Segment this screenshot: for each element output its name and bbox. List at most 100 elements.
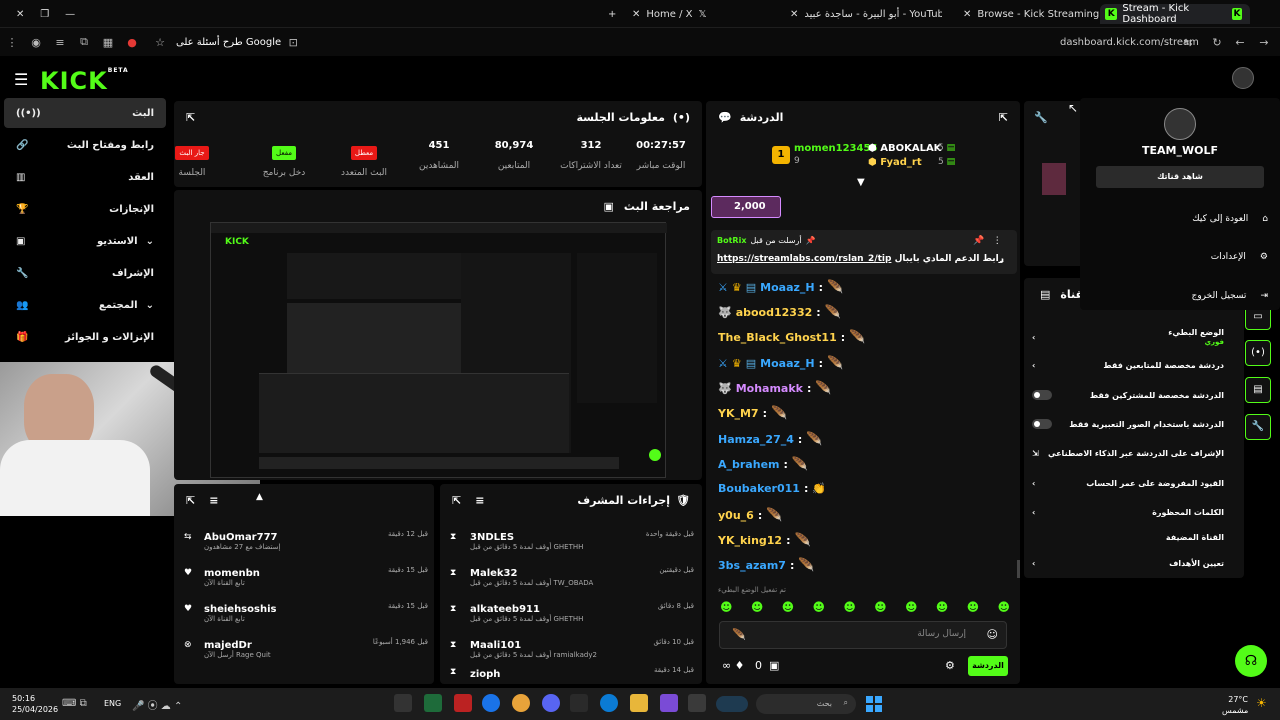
tab-youtube[interactable]: ✕ أبو البيرة - ساجدة عبيد - YouTube: [782, 4, 942, 24]
tab-x-home[interactable]: ✕ Home / X 𝕏: [624, 4, 715, 24]
help-button[interactable]: ☊: [1235, 645, 1267, 677]
pinned-message[interactable]: 📌 أرسلت من قبل BotRix https://streamlabs.c…: [711, 230, 1017, 274]
taskbar-widget[interactable]: [716, 696, 748, 712]
extension-icon[interactable]: ▦: [96, 36, 120, 49]
start-button[interactable]: [866, 696, 882, 712]
tray-icons[interactable]: 🎤 ⦿ ☁ ⌃: [132, 697, 182, 712]
adblock-icon[interactable]: ●: [120, 36, 144, 49]
chevron-down-icon[interactable]: ⌄: [998, 256, 1006, 266]
emoji-picker-icon[interactable]: ☺: [987, 628, 998, 641]
sidebar-item-stream[interactable]: البث ((•)): [4, 98, 166, 128]
taskbar-app-icon[interactable]: [424, 694, 442, 712]
taskbar-app-icon[interactable]: [454, 694, 472, 712]
kick-logo[interactable]: KICKBETA: [40, 67, 129, 95]
weather-widget[interactable]: 27°C مشمس: [1222, 694, 1248, 716]
sidebar-item-moderation[interactable]: الإشراف 🔧: [4, 258, 166, 288]
bookmark-star-icon[interactable]: ☆: [148, 36, 172, 49]
tune-icon[interactable]: ⇆: [1176, 36, 1200, 49]
rail-wrench-button[interactable]: 🔧: [1245, 414, 1271, 440]
lens-icon[interactable]: ⊡: [281, 36, 305, 49]
option-slow-mode[interactable]: الوضع البطيء فوري ›: [1032, 324, 1224, 350]
tab-kick-browse[interactable]: ✕ Browse - Kick Streaming K: [955, 4, 1125, 24]
chat-message[interactable]: ⚔ ♛ ▤ Moaaz_H: 🪶: [718, 280, 843, 295]
back-icon[interactable]: →: [1252, 36, 1276, 49]
chat-input[interactable]: 🪶 إرسال رسالة ☺: [719, 621, 1007, 649]
option-host-channel[interactable]: القناة المضيفة: [1032, 524, 1224, 550]
hamburger-menu-icon[interactable]: ☰: [14, 70, 28, 89]
chat-message[interactable]: YK_king12: 🪶: [718, 533, 811, 548]
chat-message[interactable]: The_Black_Ghost11: 🪶: [718, 330, 865, 345]
pin-icon[interactable]: 📌 ⋮: [973, 236, 1002, 246]
window-controls[interactable]: ✕ ❐ —: [8, 4, 83, 24]
folder-app-icon[interactable]: [630, 694, 648, 712]
stream-preview-video[interactable]: KICK: [210, 222, 667, 478]
rail-live-button[interactable]: (•): [1245, 340, 1271, 366]
sidebar-item-achievements[interactable]: الإنجازات 🏆: [4, 194, 166, 224]
feed-row[interactable]: ⊗ majedDr أرسل الآن Rage Quit قبل 1,946 أ…: [184, 632, 428, 666]
chat-message[interactable]: YK_M7: 🪶: [718, 406, 787, 421]
emote-bar[interactable]: ☻ ☻ ☻ ☻ ☻ ☻ ☻ ☻ ☻ ☻: [720, 600, 1010, 616]
popout-icon[interactable]: ⇱: [452, 494, 461, 507]
sidebar-item-stream-key[interactable]: رابط ومفتاح البث 🔗: [4, 130, 166, 160]
send-chat-button[interactable]: الدردشة: [968, 656, 1008, 676]
chat-message[interactable]: y0u_6: 🪶: [718, 508, 782, 523]
close-icon[interactable]: ✕: [632, 9, 640, 20]
option-account-age[interactable]: القيود المفروضة على عمر الحساب ›: [1032, 470, 1224, 496]
language-indicator[interactable]: ENG: [104, 699, 121, 708]
taskbar-clock[interactable]: 50:16 25/04/2026: [12, 693, 58, 715]
reload-icon[interactable]: ↻: [1205, 36, 1229, 49]
chat-message[interactable]: 🐺 abood12332: 🪶: [718, 305, 841, 320]
toggle-switch[interactable]: [1032, 419, 1052, 429]
taskbar-app-icon[interactable]: [688, 694, 706, 712]
taskbar-app-icon[interactable]: [394, 694, 412, 712]
avatar[interactable]: [1232, 67, 1254, 89]
filter-icon[interactable]: ≡: [475, 494, 484, 507]
extension-icon[interactable]: ⧉: [72, 35, 96, 49]
mod-row[interactable]: ⧗ 3NDLES أوقف لمدة 5 دقائق من قبل GHETHH …: [450, 524, 694, 558]
top-gifter-name[interactable]: momen123456: [794, 143, 877, 154]
extension-icon[interactable]: ≡: [48, 36, 72, 49]
edge-app-icon[interactable]: [600, 694, 618, 712]
filter-icon[interactable]: ≡: [209, 494, 218, 507]
new-tab-button[interactable]: +: [600, 4, 624, 24]
option-emotes-only[interactable]: الدردشة باستخدام الصور التعبيرية فقط: [1032, 411, 1224, 437]
view-channel-button[interactable]: شاهد قناتك: [1096, 166, 1264, 188]
option-subscribers-only[interactable]: الدردشة مخصصة للمشتركين فقط: [1032, 382, 1224, 408]
toggle-switch[interactable]: [1032, 390, 1052, 400]
sidebar-item-studio[interactable]: ⌄ الاستديو ▣: [4, 226, 166, 256]
forward-icon[interactable]: ←: [1228, 36, 1252, 49]
sidebar-item-community[interactable]: ⌄ المجتمع 👥: [4, 290, 166, 320]
menu-item-back-to-kick[interactable]: العودة إلى كيك ⌂: [1096, 214, 1268, 224]
option-followers-only[interactable]: دردشة مخصصة للمتابعين فقط ›: [1032, 352, 1224, 378]
collapse-icon[interactable]: ▼: [857, 177, 865, 188]
sidebar-item-contracts[interactable]: العقد ▥: [4, 162, 166, 192]
chat-message[interactable]: A_brahem: 🪶: [718, 457, 808, 472]
popout-icon[interactable]: ⇱: [186, 494, 195, 507]
tray-icons[interactable]: ⌨ ⧉: [62, 698, 87, 709]
chat-message[interactable]: 🐺 Mohamakk: 🪶: [718, 381, 832, 396]
gear-icon[interactable]: ⚙: [945, 659, 955, 672]
feed-row[interactable]: ⇆ AbuOmar777 إستضاف مع 27 مشاهدون قبل 12 …: [184, 524, 428, 558]
menu-dots-icon[interactable]: ⋮: [0, 36, 24, 49]
chrome-app-icon[interactable]: [512, 694, 530, 712]
feed-row[interactable]: ♥ sheiehsoshis تابع القناة الآن قبل 15 دق…: [184, 596, 428, 630]
option-ai-moderation[interactable]: الإشراف على الدردشة عبر الذكاء الاصطناعي…: [1032, 440, 1224, 466]
option-set-goals[interactable]: تعيين الأهداف ›: [1032, 550, 1224, 576]
scrollbar[interactable]: [1017, 560, 1020, 578]
top-gifter-name[interactable]: ⬢ Fyad_rt: [868, 157, 922, 168]
taskbar-app-icon[interactable]: [660, 694, 678, 712]
feed-row[interactable]: ♥ momenbn تابع القناة الآن قبل 15 دقيقة: [184, 560, 428, 594]
menu-item-logout[interactable]: تسجيل الخروج ⇥: [1096, 291, 1268, 301]
taskbar-app-icon[interactable]: [482, 694, 500, 712]
taskbar-search[interactable]: بحث ⌕: [756, 694, 856, 714]
goal-badge[interactable]: 2,000: [711, 196, 781, 218]
popout-icon[interactable]: ⇱: [999, 111, 1008, 124]
chat-message[interactable]: ⚔ ♛ ▤ Moaaz_H: 🪶: [718, 356, 843, 371]
top-gifter-name[interactable]: ⬢ ABOKALAK: [868, 143, 941, 154]
taskbar-app-icon[interactable]: [570, 694, 588, 712]
popout-icon[interactable]: ⇱: [186, 111, 195, 124]
mod-row[interactable]: ⧗ Malek32 أوقف لمدة 5 دقائق من قبل TW_OBA…: [450, 560, 694, 594]
rail-layout-button[interactable]: ▤: [1245, 377, 1271, 403]
chat-message[interactable]: Boubaker011: 👏: [718, 482, 826, 495]
scroll-up-icon[interactable]: ▲: [256, 492, 263, 502]
